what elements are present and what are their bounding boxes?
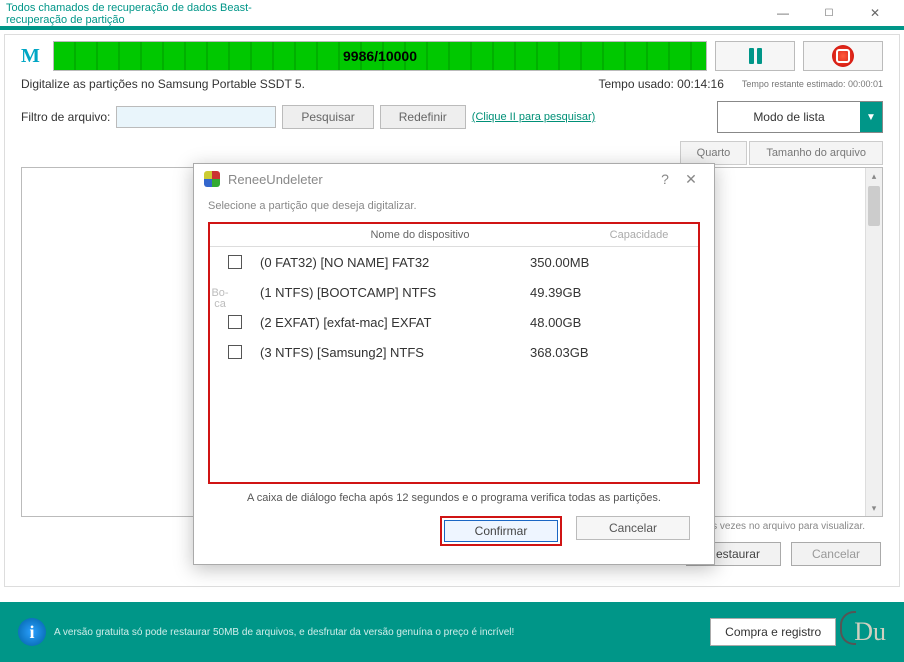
partition-capacity: 350.00MB [530, 255, 680, 270]
dialog-title: ReneeUndeleter [228, 172, 323, 187]
partition-row[interactable]: (2 EXFAT) [exfat-mac] EXFAT 48.00GB [210, 307, 698, 337]
scroll-up-icon[interactable]: ▴ [866, 168, 882, 184]
buy-register-button[interactable]: Compra e registro [710, 618, 836, 646]
scroll-down-icon[interactable]: ▾ [866, 500, 882, 516]
dialog-instruction: Selecione a partição que deseja digitali… [208, 200, 700, 212]
stop-icon [832, 45, 854, 67]
filter-input[interactable] [116, 106, 276, 128]
partition-device: (0 FAT32) [NO NAME] FAT32 [260, 255, 530, 270]
window-title: Todos chamados de recuperação de dados B… [6, 2, 266, 26]
reset-button[interactable]: Redefinir [380, 105, 466, 129]
partition-device: (1 NTFS) [BOOTCAMP] NTFS [260, 285, 530, 300]
confirm-highlight: Confirmar [440, 516, 562, 546]
search-hint: (Clique II para pesquisar) [472, 111, 596, 123]
partition-row[interactable]: (0 FAT32) [NO NAME] FAT32 350.00MB [210, 247, 698, 277]
boca-label: Bo- ca [206, 288, 234, 310]
chevron-down-icon: ▼ [860, 102, 882, 132]
title-bar: Todos chamados de recuperação de dados B… [0, 0, 904, 26]
footer: i A versão gratuita só pode restaurar 50… [0, 602, 904, 662]
partition-capacity: 48.00GB [530, 315, 680, 330]
list-mode-label: Modo de lista [718, 110, 860, 124]
tab-file-size[interactable]: Tamanho do arquivo [749, 141, 883, 165]
help-icon[interactable]: ? [652, 171, 678, 187]
partition-row[interactable]: (1 NTFS) [BOOTCAMP] NTFS 49.39GB [210, 277, 698, 307]
app-icon [204, 171, 220, 187]
brand-logo: Du [854, 617, 886, 647]
dialog-close-icon[interactable]: ✕ [678, 171, 704, 188]
checkbox-icon[interactable] [228, 315, 242, 329]
partition-device: (2 EXFAT) [exfat-mac] EXFAT [260, 315, 530, 330]
filter-label: Filtro de arquivo: [21, 110, 110, 124]
time-remaining: Tempo restante estimado: 00:00:01 [742, 79, 883, 89]
partition-row[interactable]: (3 NTFS) [Samsung2] NTFS 368.03GB [210, 337, 698, 367]
footer-text: A versão gratuita só pode restaurar 50MB… [54, 627, 514, 638]
pause-icon [749, 48, 762, 64]
stop-button[interactable] [803, 41, 883, 71]
main-panel: M 9986/10000 Digitalize as partições no … [4, 34, 900, 587]
partition-device: (3 NTFS) [Samsung2] NTFS [260, 345, 530, 360]
time-used: Tempo usado: 00:14:16 [598, 77, 723, 91]
progress-bar: 9986/10000 [53, 41, 707, 71]
cancel-button[interactable]: Cancelar [791, 542, 881, 566]
dialog-note: A caixa de diálogo fecha após 12 segundo… [208, 492, 700, 504]
progress-text: 9986/10000 [54, 42, 706, 70]
scan-target-label: Digitalize as partições no Samsung Porta… [21, 77, 305, 91]
drive-letter: M [21, 45, 45, 68]
checkbox-icon[interactable] [228, 345, 242, 359]
partition-capacity: 49.39GB [530, 285, 680, 300]
pause-button[interactable] [715, 41, 795, 71]
partition-list: Bo- ca Nome do dispositivo Capacidade (0… [208, 222, 700, 484]
partition-dialog: ReneeUndeleter ? ✕ Selecione a partição … [193, 163, 715, 565]
dialog-cancel-button[interactable]: Cancelar [576, 516, 690, 540]
maximize-icon[interactable]: ☐ [806, 2, 852, 24]
list-mode-dropdown[interactable]: Modo de lista ▼ [717, 101, 883, 133]
column-device: Nome do dispositivo [260, 229, 580, 241]
checkbox-icon[interactable] [228, 255, 242, 269]
column-capacity: Capacidade [580, 229, 698, 241]
partition-capacity: 368.03GB [530, 345, 680, 360]
scrollbar[interactable]: ▴ ▾ [865, 168, 882, 516]
search-button[interactable]: Pesquisar [282, 105, 373, 129]
close-icon[interactable]: ✕ [852, 2, 898, 24]
minimize-icon[interactable]: — [760, 2, 806, 24]
tab-quarto[interactable]: Quarto [680, 141, 748, 165]
confirm-button[interactable]: Confirmar [444, 520, 558, 542]
info-icon: i [18, 618, 46, 646]
scroll-thumb[interactable] [868, 186, 880, 226]
